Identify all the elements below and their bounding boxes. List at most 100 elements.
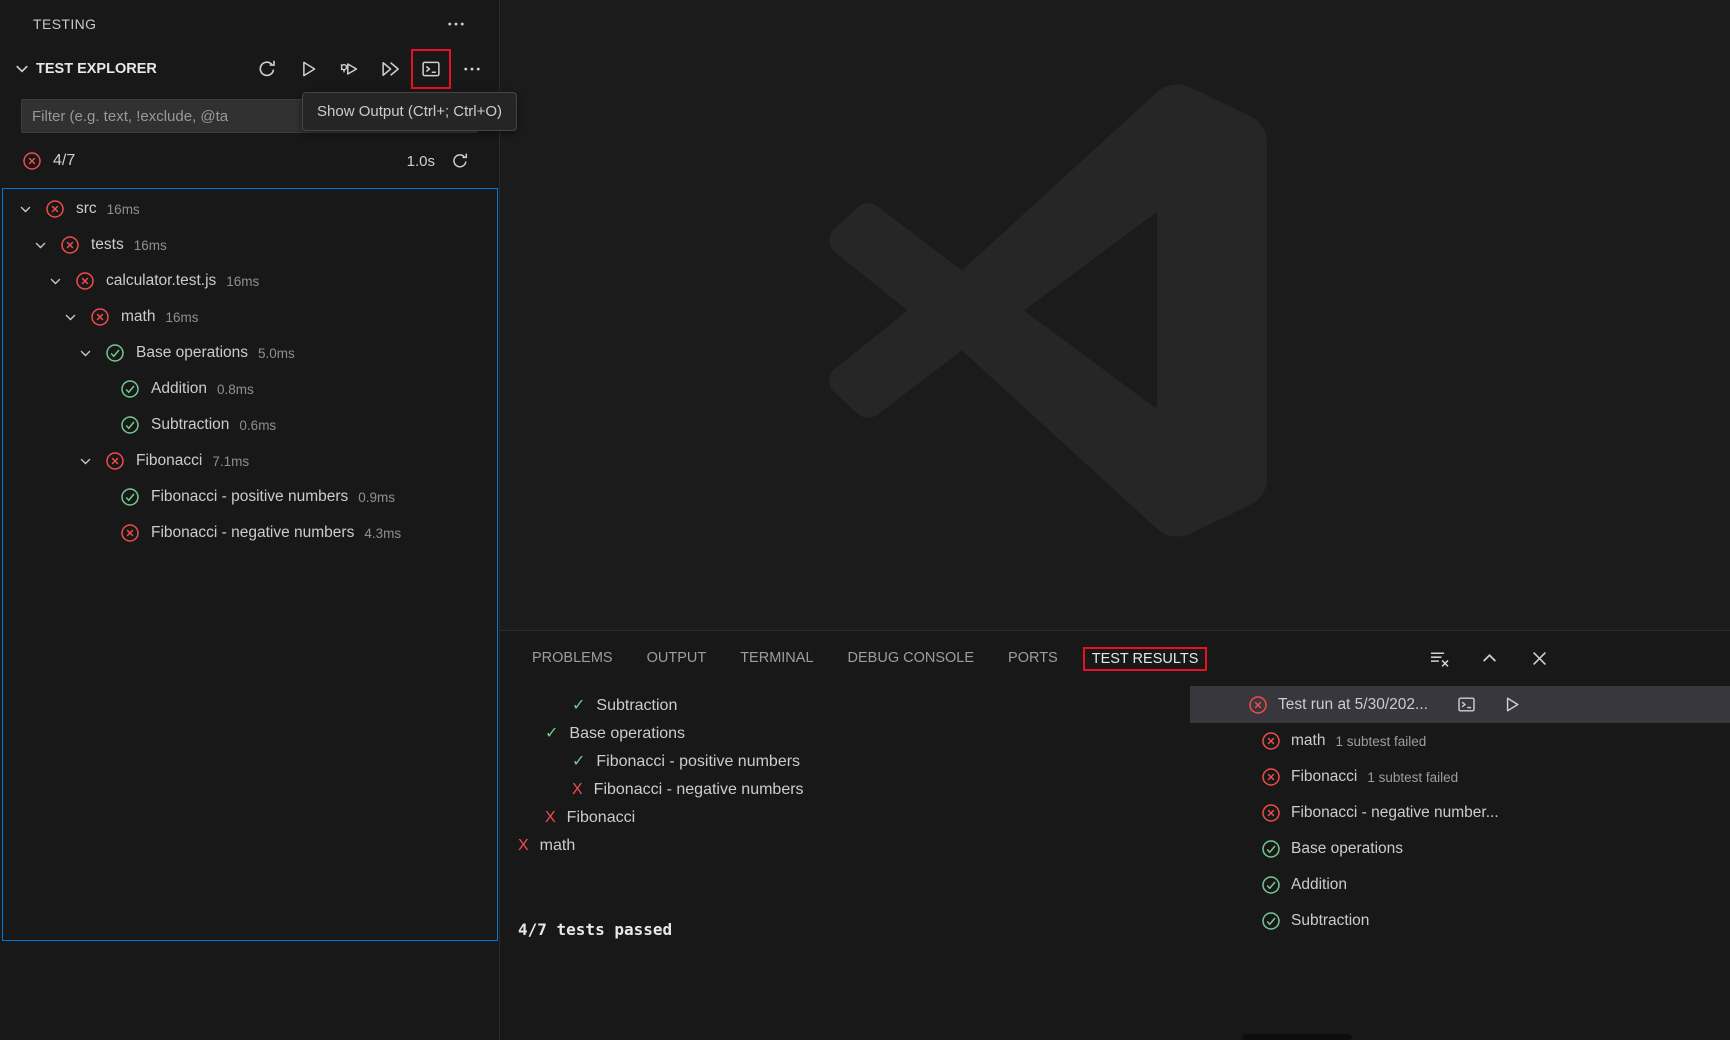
check-mark: ✓ (572, 753, 585, 770)
test-tree-item[interactable]: Fibonacci 7.1ms (3, 443, 497, 479)
test-name: math (121, 308, 155, 326)
fail-mark: X (572, 781, 583, 798)
test-name: src (76, 200, 97, 218)
output-line: X Fibonacci - negative numbers (518, 776, 1190, 804)
test-results-view: ✓Subtraction✓Base operations✓Fibonacci -… (500, 686, 1730, 1040)
sidebar-header: TESTING (0, 0, 499, 48)
tab-debug-console[interactable]: DEBUG CONSOLE (835, 631, 988, 686)
test-pass-icon (105, 343, 127, 363)
test-pass-icon (1261, 875, 1283, 895)
test-result-item[interactable]: math 1 subtest failed (1190, 723, 1730, 759)
refresh-icon[interactable] (447, 148, 473, 174)
test-fail-icon (120, 523, 142, 543)
test-result-item[interactable]: Fibonacci - negative number... (1190, 795, 1730, 831)
tab-ports[interactable]: PORTS (995, 631, 1071, 686)
output-lines: ✓Subtraction✓Base operations✓Fibonacci -… (518, 692, 1190, 860)
result-name: Fibonacci - negative number... (1291, 804, 1499, 822)
result-name: math (1291, 732, 1325, 750)
test-tree-item[interactable]: Base operations5.0ms (3, 335, 497, 371)
test-pass-icon (120, 379, 142, 399)
test-tree-item[interactable]: Fibonacci - negative numbers 4.3ms (3, 515, 497, 551)
test-status-row: 4/7 1.0s (0, 143, 499, 179)
refresh-tests-button[interactable] (254, 56, 280, 82)
more-actions-button[interactable] (459, 56, 485, 82)
output-line: Xmath (518, 832, 1190, 860)
test-result-item[interactable]: Subtraction (1190, 903, 1730, 939)
output-test-name: Subtraction (596, 697, 677, 714)
test-tree-item[interactable]: Addition0.8ms (3, 371, 497, 407)
chevron-down-icon[interactable] (77, 451, 105, 471)
twisty-placeholder (92, 523, 120, 543)
vscode-window: TESTING TEST EXPLORER 4/7 1.0s src16mste… (0, 0, 1730, 1040)
tooltip-text: Show Output (Ctrl+; Ctrl+O) (317, 103, 502, 120)
tab-test-results[interactable]: TEST RESULTS (1079, 643, 1212, 675)
show-test-output-button[interactable] (1454, 692, 1480, 718)
test-duration: 16ms (165, 310, 198, 325)
test-tree-item[interactable]: Fibonacci - positive numbers0.9ms (3, 479, 497, 515)
test-result-item[interactable]: Addition (1190, 867, 1730, 903)
section-title: TEST EXPLORER (36, 61, 157, 77)
chevron-down-icon[interactable] (47, 271, 75, 291)
tab-terminal[interactable]: TERMINAL (727, 631, 826, 686)
sidebar-title: TESTING (33, 16, 96, 32)
test-name: Fibonacci (136, 452, 202, 470)
output-test-name: math (540, 837, 576, 854)
tab-problems[interactable]: PROBLEMS (519, 631, 626, 686)
chevron-down-icon[interactable] (32, 235, 60, 255)
debug-tests-button[interactable] (336, 56, 362, 82)
check-mark: ✓ (545, 725, 558, 742)
close-panel-button[interactable] (1526, 646, 1552, 672)
output-test-name: Fibonacci - positive numbers (596, 753, 800, 770)
result-name: Test run at 5/30/202... (1278, 696, 1428, 714)
panel-tabs: PROBLEMSOUTPUTTERMINALDEBUG CONSOLEPORTS… (500, 631, 1219, 686)
test-fail-icon (75, 271, 97, 291)
twisty-placeholder (92, 487, 120, 507)
chevron-down-icon[interactable] (12, 59, 32, 79)
test-summary: 4/7 tests passed (518, 916, 1190, 944)
rerun-test-button[interactable] (1499, 692, 1525, 718)
test-tree-item[interactable]: math 16ms (3, 299, 497, 335)
views-more-actions-button[interactable] (443, 11, 469, 37)
tab-output[interactable]: OUTPUT (634, 631, 720, 686)
test-duration: 16ms (107, 202, 140, 217)
test-duration: 16ms (134, 238, 167, 253)
test-tree-item[interactable]: calculator.test.js16ms (3, 263, 497, 299)
test-name: tests (91, 236, 124, 254)
result-name: Addition (1291, 876, 1347, 894)
chevron-down-icon[interactable] (62, 307, 90, 327)
chevron-down-icon[interactable] (17, 199, 45, 219)
test-duration: 4.3ms (364, 526, 401, 541)
tests-failed-count: 4/7 (53, 152, 75, 170)
status-right: 1.0s (407, 148, 473, 174)
test-result-item[interactable]: Fibonacci 1 subtest failed (1190, 759, 1730, 795)
test-duration: 7.1ms (212, 454, 249, 469)
tests-failed-icon (22, 151, 44, 171)
test-result-item[interactable]: Test run at 5/30/202... (1190, 686, 1730, 723)
test-duration: 0.9ms (358, 490, 395, 505)
test-tree-item[interactable]: src 16ms (3, 191, 497, 227)
output-line: ✓Subtraction (518, 692, 1190, 720)
result-detail: 1 subtest failed (1367, 770, 1458, 785)
editor-area (500, 0, 1730, 630)
test-tree-item[interactable]: Subtraction0.6ms (3, 407, 497, 443)
maximize-panel-button[interactable] (1476, 646, 1502, 672)
horizontal-scrollbar[interactable] (1242, 1034, 1352, 1040)
result-row-actions (1454, 692, 1525, 718)
run-all-tests-button[interactable] (295, 56, 321, 82)
test-result-item[interactable]: Base operations (1190, 831, 1730, 867)
result-name: Subtraction (1291, 912, 1369, 930)
output-line: ✓Base operations (518, 720, 1190, 748)
result-detail: 1 subtest failed (1335, 734, 1426, 749)
result-name: Fibonacci (1291, 768, 1357, 786)
test-name: Fibonacci - negative numbers (151, 524, 354, 542)
result-name: Base operations (1291, 840, 1403, 858)
chevron-down-icon[interactable] (77, 343, 105, 363)
output-test-name: Fibonacci (567, 809, 635, 826)
test-name: Addition (151, 380, 207, 398)
test-tree-item[interactable]: tests 16ms (3, 227, 497, 263)
clear-results-button[interactable] (1426, 646, 1452, 672)
test-explorer-toolbar (254, 56, 499, 82)
output-test-name: Fibonacci - negative numbers (594, 781, 804, 798)
show-output-button[interactable] (418, 56, 444, 82)
run-tests-with-coverage-button[interactable] (377, 56, 403, 82)
